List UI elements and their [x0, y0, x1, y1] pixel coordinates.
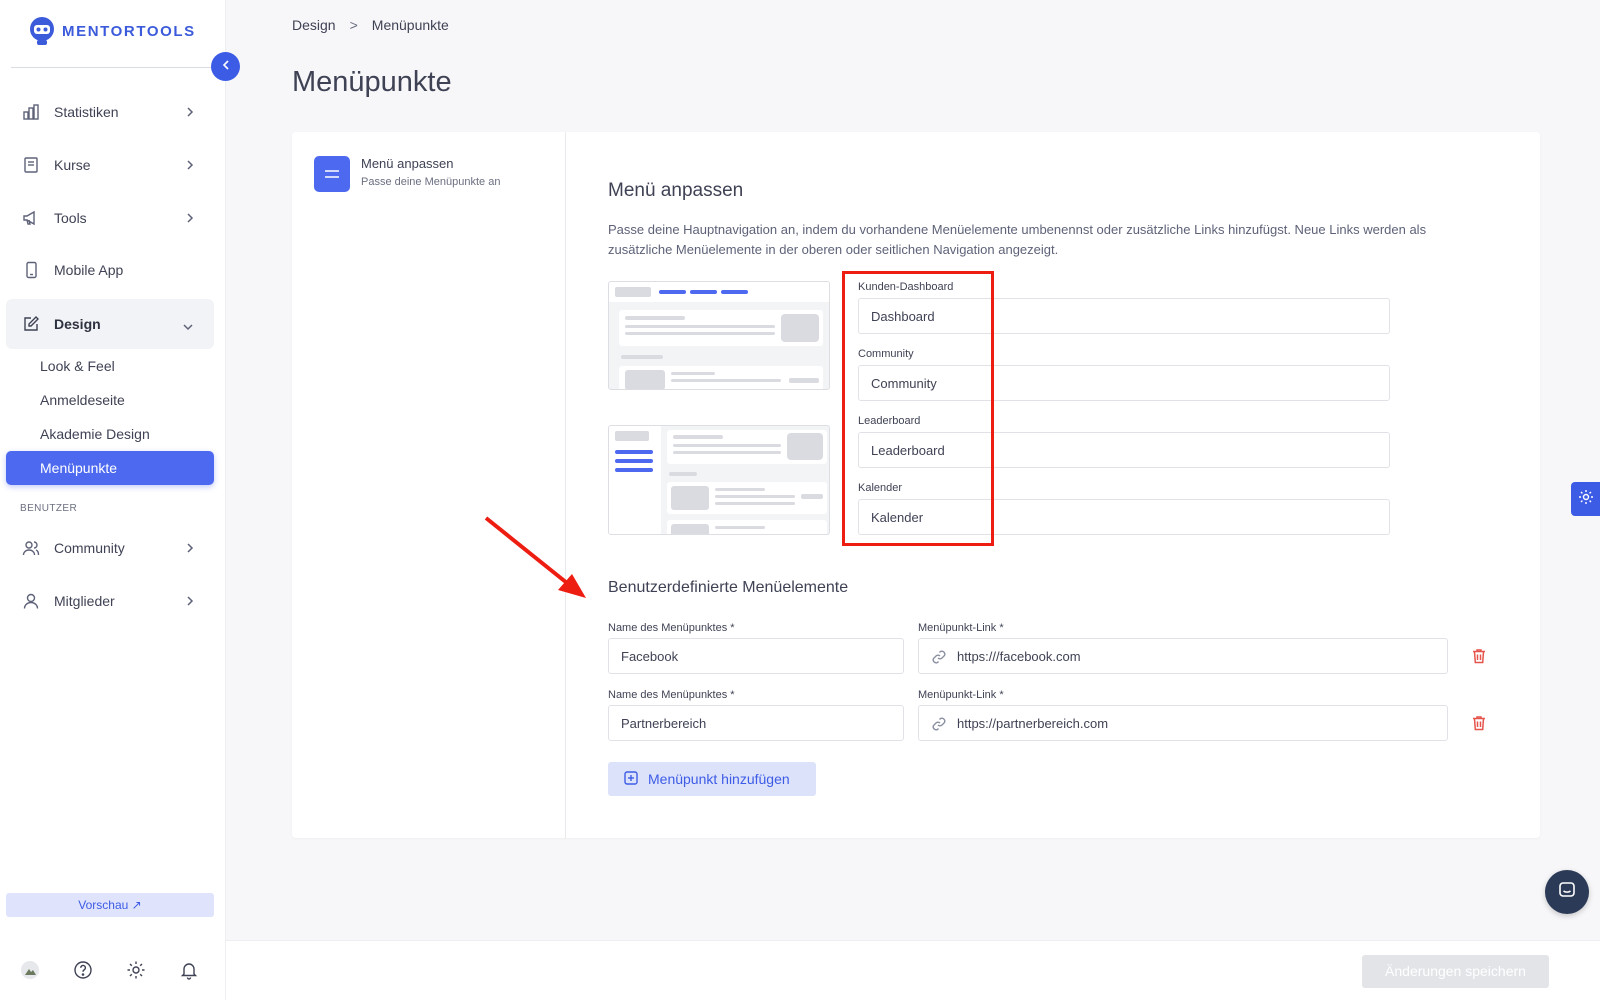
page-title: Menüpunkte [292, 66, 452, 98]
sidebar-item-mobile-app[interactable]: Mobile App [6, 246, 214, 294]
save-changes-button[interactable]: Änderungen speichern [1362, 955, 1549, 988]
chat-icon [1557, 880, 1577, 905]
step-subtitle: Passe deine Menüpunkte an [361, 176, 501, 188]
section-label-benutzer: BENUTZER [20, 503, 78, 514]
chevron-right-icon [186, 211, 194, 227]
custom-item-link-value: https://partnerbereich.com [957, 716, 1109, 731]
step-title[interactable]: Menü anpassen [361, 156, 454, 171]
book-icon [22, 156, 40, 174]
sidebar: MENTORTOOLS Statistiken Kurse Tools Mobi… [0, 0, 226, 1000]
mobile-phone-icon [22, 261, 40, 279]
sidebar-item-label: Design [54, 316, 101, 332]
sidebar-item-tools[interactable]: Tools [6, 194, 214, 242]
custom-item-link-value: https:///facebook.com [957, 649, 1081, 664]
link-icon [931, 649, 947, 668]
sidebar-item-design[interactable]: Design [6, 299, 214, 349]
divider [11, 67, 211, 68]
trash-icon[interactable] [1470, 714, 1488, 732]
sidebar-item-community[interactable]: Community [6, 524, 214, 572]
sidebar-subitem-akademie-design[interactable]: Akademie Design [40, 426, 150, 442]
chat-launcher-button[interactable] [1545, 870, 1589, 914]
avatar[interactable] [20, 960, 40, 980]
trash-icon[interactable] [1470, 647, 1488, 665]
sidebar-subitem-menuepunkte[interactable]: Menüpunkte [6, 451, 214, 485]
plus-square-icon [624, 770, 638, 788]
highlight-annotation-box [842, 271, 994, 546]
section-title: Menü anpassen [608, 180, 744, 201]
sidebar-item-statistiken[interactable]: Statistiken [6, 88, 214, 136]
preview-button[interactable]: Vorschau ↗ [6, 893, 214, 917]
sidebar-item-label: Mobile App [54, 262, 124, 278]
collapse-sidebar-button[interactable] [211, 52, 240, 81]
brand-logo[interactable]: MENTORTOOLS [28, 16, 196, 46]
breadcrumb-design-link[interactable]: Design [292, 17, 336, 33]
robot-logo-icon [28, 16, 56, 46]
annotation-arrow-icon [484, 516, 586, 598]
bar-chart-icon [22, 103, 40, 121]
custom-item-link-input[interactable]: https://partnerbereich.com [918, 705, 1448, 741]
sidebar-item-label: Statistiken [54, 104, 119, 120]
sidebar-item-label: Tools [54, 210, 87, 226]
pencil-edit-icon [22, 315, 40, 333]
bell-icon[interactable] [179, 960, 199, 980]
chevron-right-icon [186, 158, 194, 174]
chevron-left-icon [221, 58, 231, 76]
link-icon [931, 716, 947, 735]
help-icon[interactable] [73, 960, 93, 980]
custom-item-link-input[interactable]: https:///facebook.com [918, 638, 1448, 674]
sidebar-item-label: Community [54, 540, 125, 556]
side-navigation-preview-image [608, 425, 830, 535]
chevron-right-icon [186, 541, 194, 557]
top-navigation-preview-image [608, 281, 830, 390]
menu-lines-icon[interactable] [314, 156, 350, 192]
sidebar-subitem-anmeldeseite[interactable]: Anmeldeseite [40, 392, 125, 408]
sidebar-item-label: Mitglieder [54, 593, 115, 609]
custom-item-name-input[interactable]: Partnerbereich [608, 705, 904, 741]
chevron-right-icon [186, 594, 194, 610]
sidebar-subitem-look-feel[interactable]: Look & Feel [40, 358, 115, 374]
breadcrumb-separator: > [349, 17, 358, 33]
add-menu-item-label: Menüpunkt hinzufügen [648, 771, 790, 787]
breadcrumb: Design > Menüpunkte [292, 17, 449, 33]
chevron-down-icon [182, 318, 194, 334]
custom-item-name-input[interactable]: Facebook [608, 638, 904, 674]
add-menu-item-button[interactable]: Menüpunkt hinzufügen [608, 762, 816, 796]
megaphone-icon [22, 209, 40, 227]
chevron-right-icon [186, 105, 194, 121]
brand-name: MENTORTOOLS [62, 22, 196, 40]
user-icon [22, 592, 40, 610]
sidebar-footer-icons [20, 960, 199, 980]
settings-tab[interactable] [1571, 482, 1600, 516]
breadcrumb-current: Menüpunkte [371, 17, 449, 33]
sidebar-item-mitglieder[interactable]: Mitglieder [6, 577, 214, 625]
sidebar-item-kurse[interactable]: Kurse [6, 141, 214, 189]
section-description: Passe deine Hauptnavigation an, indem du… [608, 222, 1427, 257]
label-item-link: Menüpunkt-Link * [918, 622, 1004, 634]
label-item-link: Menüpunkt-Link * [918, 689, 1004, 701]
label-item-name: Name des Menüpunktes * [608, 622, 735, 634]
sidebar-item-label: Kurse [54, 157, 91, 173]
step-panel: Menü anpassen Passe deine Menüpunkte an [292, 132, 566, 838]
custom-items-title: Benutzerdefinierte Menüelemente [608, 579, 849, 596]
gear-icon [1578, 489, 1594, 510]
label-item-name: Name des Menüpunktes * [608, 689, 735, 701]
users-icon [22, 539, 40, 557]
gear-icon[interactable] [126, 960, 146, 980]
